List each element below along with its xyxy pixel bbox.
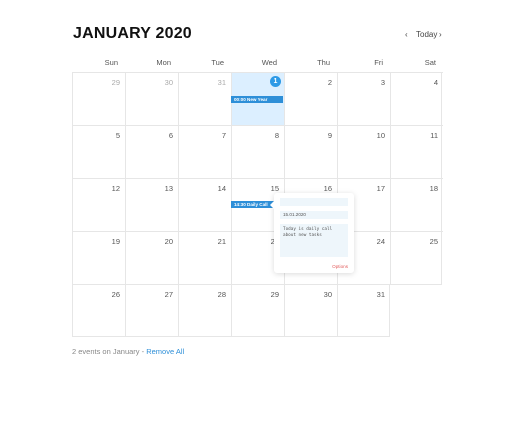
day-number: 29	[111, 78, 120, 87]
month-title: JANUARY 2020	[73, 25, 192, 42]
day-cell[interactable]: 25	[390, 231, 443, 284]
day-number: 27	[164, 290, 173, 299]
day-number: 20	[164, 237, 173, 246]
footer-summary: 2 events on January - Remove All	[72, 347, 184, 356]
day-number: 8	[274, 131, 279, 140]
popover-arrow	[270, 201, 274, 209]
day-cell[interactable]: 29	[72, 72, 125, 125]
day-cell[interactable]: 29	[231, 284, 284, 337]
day-cell[interactable]: 28	[178, 284, 231, 337]
weekday-label: Tue	[211, 58, 224, 67]
day-number: 25	[429, 237, 438, 246]
day-number: 17	[376, 184, 385, 193]
day-number: 16	[323, 184, 332, 193]
day-number: 12	[111, 184, 120, 193]
day-cell[interactable]: 11	[390, 125, 443, 178]
weekday-header: Sun Mon Tue Wed Thu Fri Sat	[72, 58, 442, 72]
day-number: 15	[270, 184, 279, 193]
event-description-textarea[interactable]: Today is daily call about new tasks	[280, 224, 348, 257]
day-number: 28	[217, 290, 226, 299]
options-link[interactable]: Options	[332, 264, 348, 269]
day-cell[interactable]: 10	[337, 125, 390, 178]
day-number: 9	[327, 131, 332, 140]
day-number: 7	[221, 131, 226, 140]
day-number: 31	[217, 78, 226, 87]
day-number: 14	[217, 184, 226, 193]
day-number: 1	[270, 76, 281, 87]
day-number: 30	[164, 78, 173, 87]
day-cell[interactable]: 31	[178, 72, 231, 125]
weekday-label: Wed	[261, 58, 277, 67]
day-cell[interactable]: 30	[125, 72, 178, 125]
day-cell[interactable]: 6	[125, 125, 178, 178]
day-number: 31	[376, 290, 385, 299]
day-number: 13	[164, 184, 173, 193]
day-number: 30	[323, 290, 332, 299]
day-number: 18	[429, 184, 438, 193]
day-cell[interactable]: 31	[337, 284, 390, 337]
day-number: 6	[168, 131, 173, 140]
day-cell[interactable]: 26	[72, 284, 125, 337]
day-cell[interactable]: 20	[125, 231, 178, 284]
event-new-year[interactable]: 00:00 New Year	[231, 96, 283, 103]
day-cell[interactable]: 12	[72, 178, 125, 231]
day-number: 19	[111, 237, 120, 246]
weekday-label: Sun	[104, 58, 118, 67]
weekday-label: Sat	[424, 58, 436, 67]
day-cell[interactable]: 21	[178, 231, 231, 284]
day-number: 10	[376, 131, 385, 140]
day-cell[interactable]: 18	[390, 178, 443, 231]
day-number: 4	[433, 78, 438, 87]
day-number: 3	[380, 78, 385, 87]
event-daily-call[interactable]: 14:30 Daily Call	[231, 201, 274, 208]
day-cell[interactable]: 9	[284, 125, 337, 178]
day-number: 2	[327, 78, 332, 87]
grid-divider	[441, 72, 442, 285]
day-cell[interactable]: 7	[178, 125, 231, 178]
day-cell[interactable]: 4	[390, 72, 443, 125]
day-cell[interactable]: 30	[284, 284, 337, 337]
day-cell[interactable]: 14	[178, 178, 231, 231]
day-cell[interactable]: 27	[125, 284, 178, 337]
event-date-input[interactable]: 15.01.2020	[280, 211, 348, 219]
day-cell[interactable]: 3	[337, 72, 390, 125]
grid-divider	[389, 284, 442, 285]
remove-all-link[interactable]: Remove All	[146, 347, 184, 356]
next-month-button[interactable]: ›	[439, 30, 442, 42]
day-number: 29	[270, 290, 279, 299]
day-number: 5	[115, 131, 120, 140]
day-number: 26	[111, 290, 120, 299]
day-cell[interactable]: 8	[231, 125, 284, 178]
grid-divider	[389, 284, 390, 337]
day-cell[interactable]: 5	[72, 125, 125, 178]
day-number: 21	[217, 237, 226, 246]
day-cell[interactable]: 13	[125, 178, 178, 231]
weekday-label: Fri	[374, 58, 383, 67]
day-number: 24	[376, 237, 385, 246]
day-number: 11	[430, 131, 438, 140]
weekday-label: Thu	[317, 58, 330, 67]
event-popover: 15.01.2020 Today is daily call about new…	[270, 193, 354, 273]
prev-month-button[interactable]: ‹	[405, 30, 408, 42]
day-cell[interactable]: 19	[72, 231, 125, 284]
grid-divider	[72, 336, 390, 337]
event-title-input[interactable]	[280, 198, 348, 206]
weekday-label: Mon	[156, 58, 171, 67]
today-button[interactable]: Today	[416, 30, 437, 42]
day-cell[interactable]: 2	[284, 72, 337, 125]
events-count-text: 2 events on January	[72, 347, 140, 356]
